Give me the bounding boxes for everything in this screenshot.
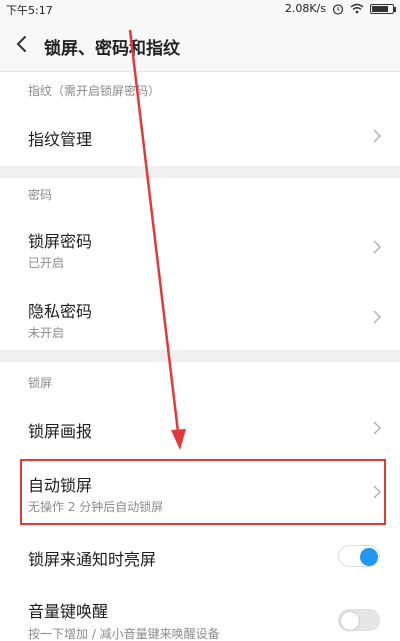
privacy-password-row[interactable]: 隐私密码 未开启 [0,282,400,350]
app-header: 锁屏、密码和指纹 [0,18,400,72]
volume-key-wake-row[interactable]: 音量键唤醒 按一下增加 / 减小音量键来唤醒设备 [0,586,400,641]
section-label-lockscreen: 锁屏 [28,376,53,390]
row-title: 指纹管理 [28,130,93,149]
row-subtitle: 按一下增加 / 减小音量键来唤醒设备 [28,627,220,641]
chevron-right-icon [373,240,382,254]
row-subtitle: 已开启 [28,256,65,270]
row-title: 锁屏密码 [28,232,93,251]
status-time: 下午5:17 [6,4,53,17]
section-divider [0,166,400,178]
status-bar: 下午5:17 2.08K/s [0,0,400,18]
section-label-fingerprint: 指纹（需开启锁屏密码） [28,84,161,98]
section-label-password: 密码 [28,188,53,202]
chevron-right-icon [373,485,382,499]
lockscreen-password-row[interactable]: 锁屏密码 已开启 [0,212,400,280]
row-subtitle: 未开启 [28,326,65,340]
alarm-icon [332,3,344,15]
toggle-knob [341,612,359,630]
chevron-right-icon [373,421,382,435]
password-section: 密码 锁屏密码 已开启 隐私密码 未开启 [0,178,400,350]
row-title: 音量键唤醒 [28,602,109,621]
wifi-icon [350,3,364,14]
fingerprint-section: 指纹（需开启锁屏密码） 指纹管理 [0,72,400,166]
chevron-right-icon [373,310,382,324]
volume-key-wake-toggle[interactable] [338,609,380,631]
row-subtitle: 无操作 2 分钟后自动锁屏 [28,500,164,514]
fingerprint-management-row[interactable]: 指纹管理 [0,106,400,166]
battery-icon [370,3,396,14]
network-speed: 2.08K/s [284,2,326,15]
notification-wake-row[interactable]: 锁屏来通知时亮屏 [0,528,400,584]
toggle-knob [360,548,378,566]
chevron-right-icon [373,129,382,143]
row-title: 自动锁屏 [28,476,93,495]
section-divider [0,350,400,362]
lockscreen-wallpaper-row[interactable]: 锁屏画报 [0,400,400,456]
chevron-left-icon[interactable] [10,32,34,56]
row-title: 锁屏来通知时亮屏 [28,550,157,569]
lockscreen-section: 锁屏 锁屏画报 自动锁屏 无操作 2 分钟后自动锁屏 锁屏来通知时亮屏 音量键唤… [0,362,400,641]
page-title: 锁屏、密码和指纹 [44,39,180,59]
status-icons: 2.08K/s [284,2,396,15]
row-title: 锁屏画报 [28,422,93,441]
row-title: 隐私密码 [28,302,93,321]
notification-wake-toggle[interactable] [338,545,380,567]
auto-lock-row[interactable]: 自动锁屏 无操作 2 分钟后自动锁屏 [0,460,400,524]
